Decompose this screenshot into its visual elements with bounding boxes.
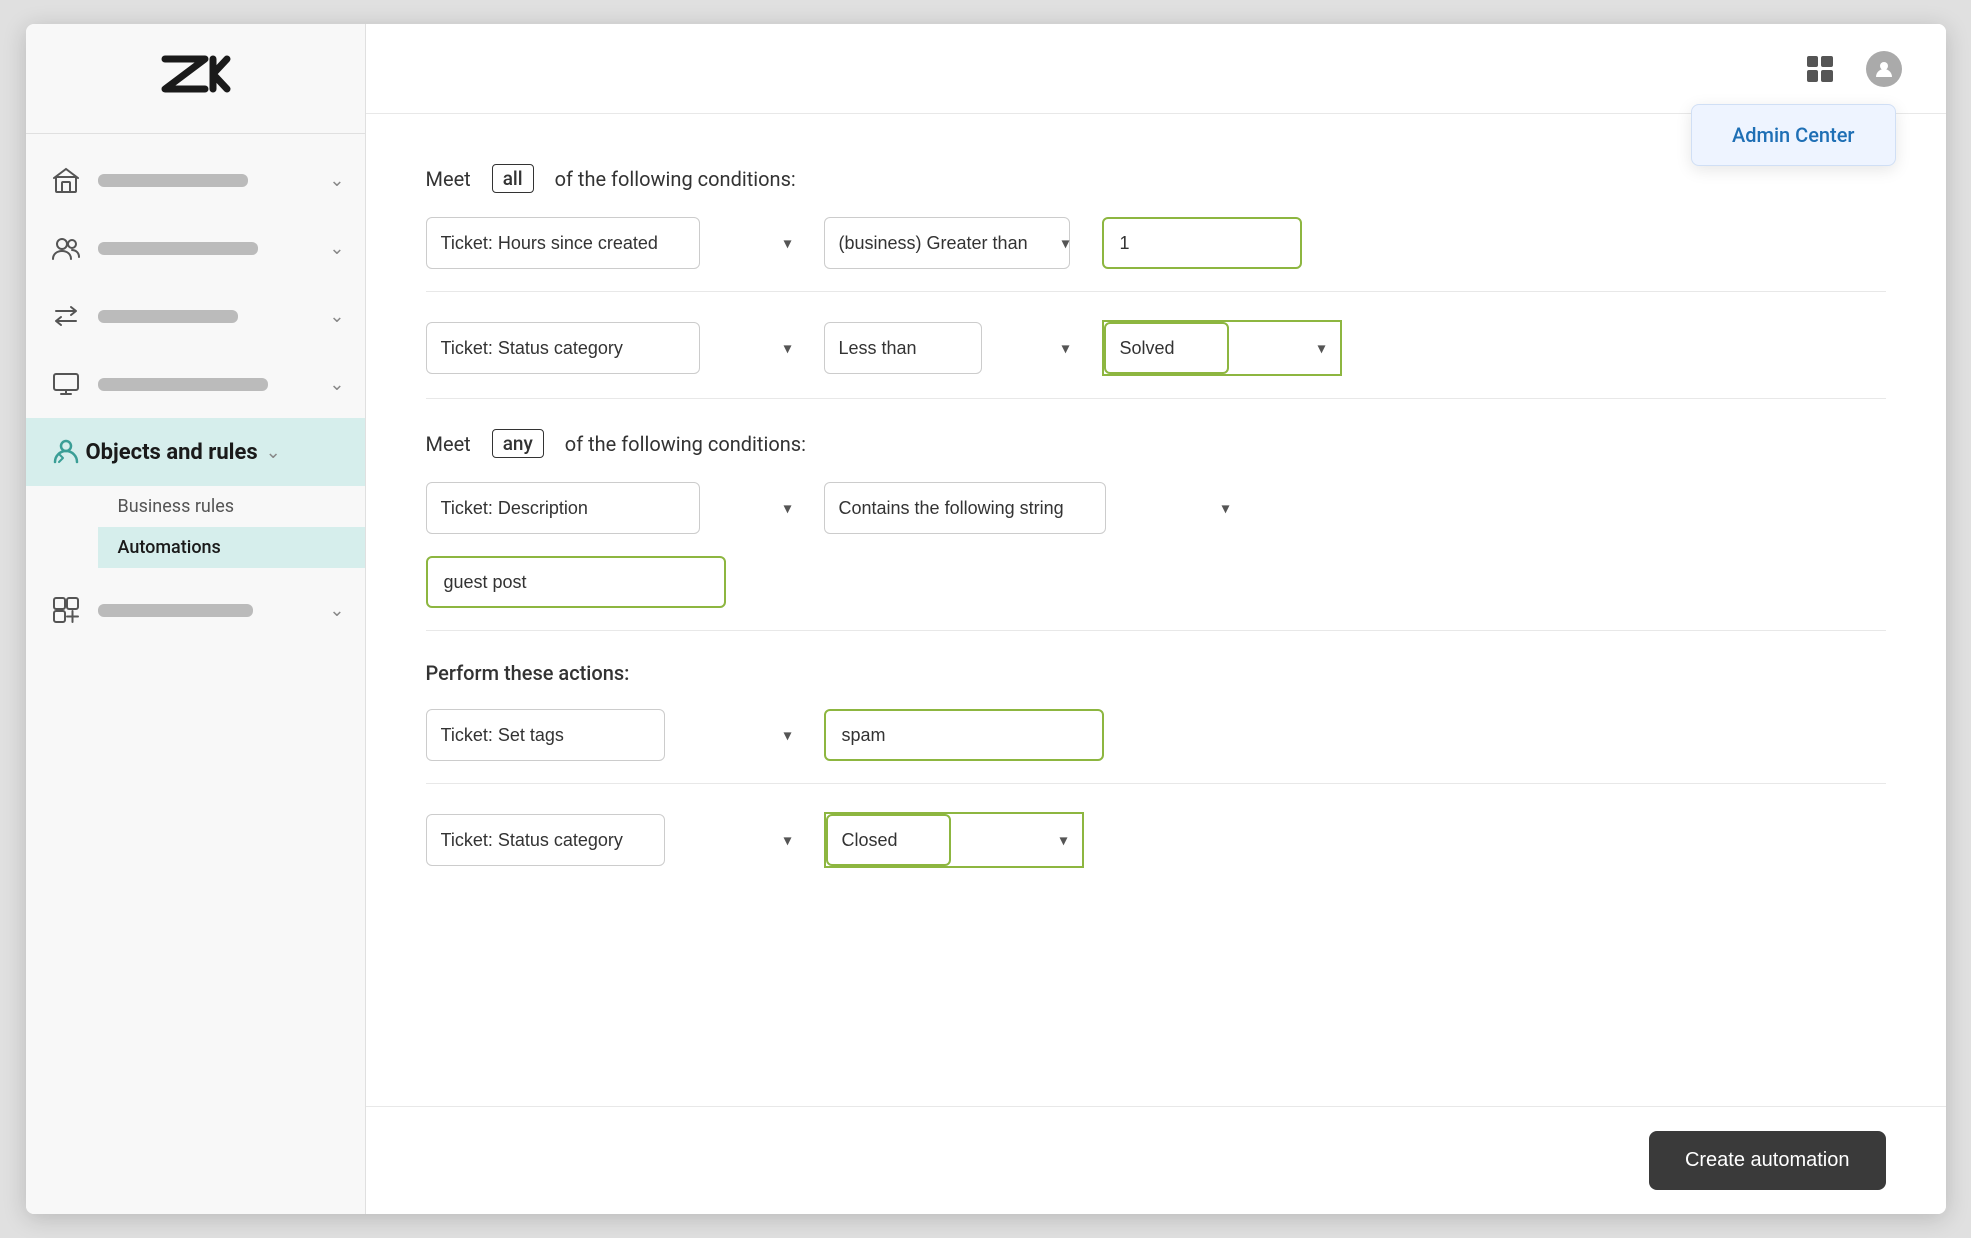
condition-row-2: Ticket: Hours since created Ticket: Stat…: [426, 320, 1886, 376]
meet-any-suffix: of the following conditions:: [565, 432, 806, 456]
meet-all-prefix: Meet: [426, 167, 471, 191]
any-conditions-title: Meet any of the following conditions:: [426, 429, 1886, 458]
condition-row-3: Ticket: Hours since created Ticket: Stat…: [426, 482, 1886, 534]
condition2-field-select-wrap[interactable]: Ticket: Hours since created Ticket: Stat…: [426, 322, 806, 374]
condition2-field-select[interactable]: Ticket: Hours since created Ticket: Stat…: [426, 322, 700, 374]
chevron-down-icon: ⌄: [329, 306, 344, 327]
grid-icon: [1807, 56, 1833, 82]
sidebar: ⌄ ⌄ ⌄: [26, 24, 366, 1214]
sub-navigation: Business rules Automations: [26, 486, 365, 568]
zendesk-logo: [155, 49, 235, 109]
nav-item-placeholder: [98, 378, 322, 391]
user-avatar-icon: [1866, 51, 1902, 87]
meet-any-prefix: Meet: [426, 432, 471, 456]
condition1-field-select-wrap[interactable]: Ticket: Hours since created Ticket: Stat…: [426, 217, 806, 269]
topbar: Admin Center: [366, 24, 1946, 114]
sidebar-item-objects-rules-label: Objects and rules: [86, 440, 258, 465]
nav-item-placeholder: [98, 310, 322, 323]
action1-field-select-wrap[interactable]: Ticket: Status category Ticket: Set tags…: [426, 709, 806, 761]
objects-rules-icon: [46, 432, 86, 472]
page-content: Meet all of the following conditions: Ti…: [366, 114, 1946, 1106]
sidebar-navigation: ⌄ ⌄ ⌄: [26, 134, 365, 1214]
sidebar-item-people[interactable]: ⌄: [26, 214, 365, 282]
action2-value-select[interactable]: New Open Pending Solved Closed: [826, 814, 951, 866]
action-row-1: Ticket: Status category Ticket: Set tags…: [426, 709, 1886, 761]
admin-center-link[interactable]: Admin Center: [1732, 123, 1855, 147]
monitor-icon: [46, 364, 86, 404]
create-automation-button[interactable]: Create automation: [1649, 1131, 1886, 1190]
condition1-field-select[interactable]: Ticket: Hours since created Ticket: Stat…: [426, 217, 700, 269]
grid-apps-button[interactable]: [1798, 47, 1842, 91]
sidebar-item-objects-rules[interactable]: Objects and rules ⌄: [26, 418, 365, 486]
all-conditions-title: Meet all of the following conditions:: [426, 164, 1886, 193]
condition-row-3b: [426, 556, 1886, 608]
nav-item-placeholder: [98, 604, 322, 617]
condition2-value-select-wrap[interactable]: New Open Pending Solved Closed: [1102, 320, 1342, 376]
chevron-down-icon: ⌄: [329, 600, 344, 621]
footer-bar: Create automation: [366, 1106, 1946, 1214]
building-icon: [46, 160, 86, 200]
all-keyword-box: all: [492, 164, 534, 193]
user-profile-button[interactable]: [1862, 47, 1906, 91]
meet-all-suffix: of the following conditions:: [555, 167, 796, 191]
people-icon: [46, 228, 86, 268]
chevron-down-icon: ⌄: [329, 170, 344, 191]
sidebar-sub-item-business-rules[interactable]: Business rules: [98, 486, 365, 527]
divider-4: [426, 783, 1886, 784]
condition1-operator-select[interactable]: (business) Greater than (business) Less …: [824, 217, 1070, 269]
condition3-value-input[interactable]: [426, 556, 726, 608]
condition-row-1: Ticket: Hours since created Ticket: Stat…: [426, 217, 1886, 269]
action1-value-input[interactable]: [824, 709, 1104, 761]
condition3-operator-select[interactable]: Contains the following string Does not c…: [824, 482, 1106, 534]
topbar-icons: [1798, 47, 1906, 91]
actions-section: Perform these actions: Ticket: Status ca…: [426, 661, 1886, 868]
condition2-value-select[interactable]: New Open Pending Solved Closed: [1104, 322, 1229, 374]
sidebar-item-channels[interactable]: ⌄: [26, 282, 365, 350]
apps-icon: [46, 590, 86, 630]
admin-center-dropdown: Admin Center: [1691, 104, 1896, 166]
all-conditions-section: Meet all of the following conditions: Ti…: [426, 164, 1886, 376]
action2-field-select[interactable]: Ticket: Status category Ticket: Set tags…: [426, 814, 665, 866]
app-window: ⌄ ⌄ ⌄: [26, 24, 1946, 1214]
sidebar-item-home[interactable]: ⌄: [26, 146, 365, 214]
action-row-2: Ticket: Status category Ticket: Set tags…: [426, 812, 1886, 868]
chevron-down-icon: ⌄: [329, 238, 344, 259]
sidebar-item-apps[interactable]: ⌄: [26, 576, 365, 644]
divider-1: [426, 291, 1886, 292]
sidebar-logo: [26, 24, 365, 134]
condition2-operator-select-wrap[interactable]: Less than Greater than Is Is not: [824, 322, 1084, 374]
main-content: Admin Center Meet all of the following c…: [366, 24, 1946, 1214]
sidebar-item-workspaces[interactable]: ⌄: [26, 350, 365, 418]
action2-value-select-wrap[interactable]: New Open Pending Solved Closed: [824, 812, 1084, 868]
condition3-field-select-wrap[interactable]: Ticket: Hours since created Ticket: Stat…: [426, 482, 806, 534]
chevron-down-icon: ⌄: [329, 374, 344, 395]
any-conditions-section: Meet any of the following conditions: Ti…: [426, 429, 1886, 608]
arrows-icon: [46, 296, 86, 336]
chevron-down-icon: ⌄: [266, 442, 281, 463]
action1-field-select[interactable]: Ticket: Status category Ticket: Set tags…: [426, 709, 665, 761]
condition1-operator-select-wrap[interactable]: (business) Greater than (business) Less …: [824, 217, 1084, 269]
action2-field-select-wrap[interactable]: Ticket: Status category Ticket: Set tags…: [426, 814, 806, 866]
actions-title: Perform these actions:: [426, 661, 1886, 685]
divider-3: [426, 630, 1886, 631]
nav-item-placeholder: [98, 242, 322, 255]
any-keyword-box: any: [492, 429, 544, 458]
condition3-operator-select-wrap[interactable]: Contains the following string Does not c…: [824, 482, 1244, 534]
condition3-field-select[interactable]: Ticket: Hours since created Ticket: Stat…: [426, 482, 700, 534]
condition1-value-input[interactable]: [1102, 217, 1302, 269]
divider-2: [426, 398, 1886, 399]
sidebar-sub-item-automations[interactable]: Automations: [98, 527, 365, 568]
nav-item-placeholder: [98, 174, 322, 187]
condition2-operator-select[interactable]: Less than Greater than Is Is not: [824, 322, 982, 374]
